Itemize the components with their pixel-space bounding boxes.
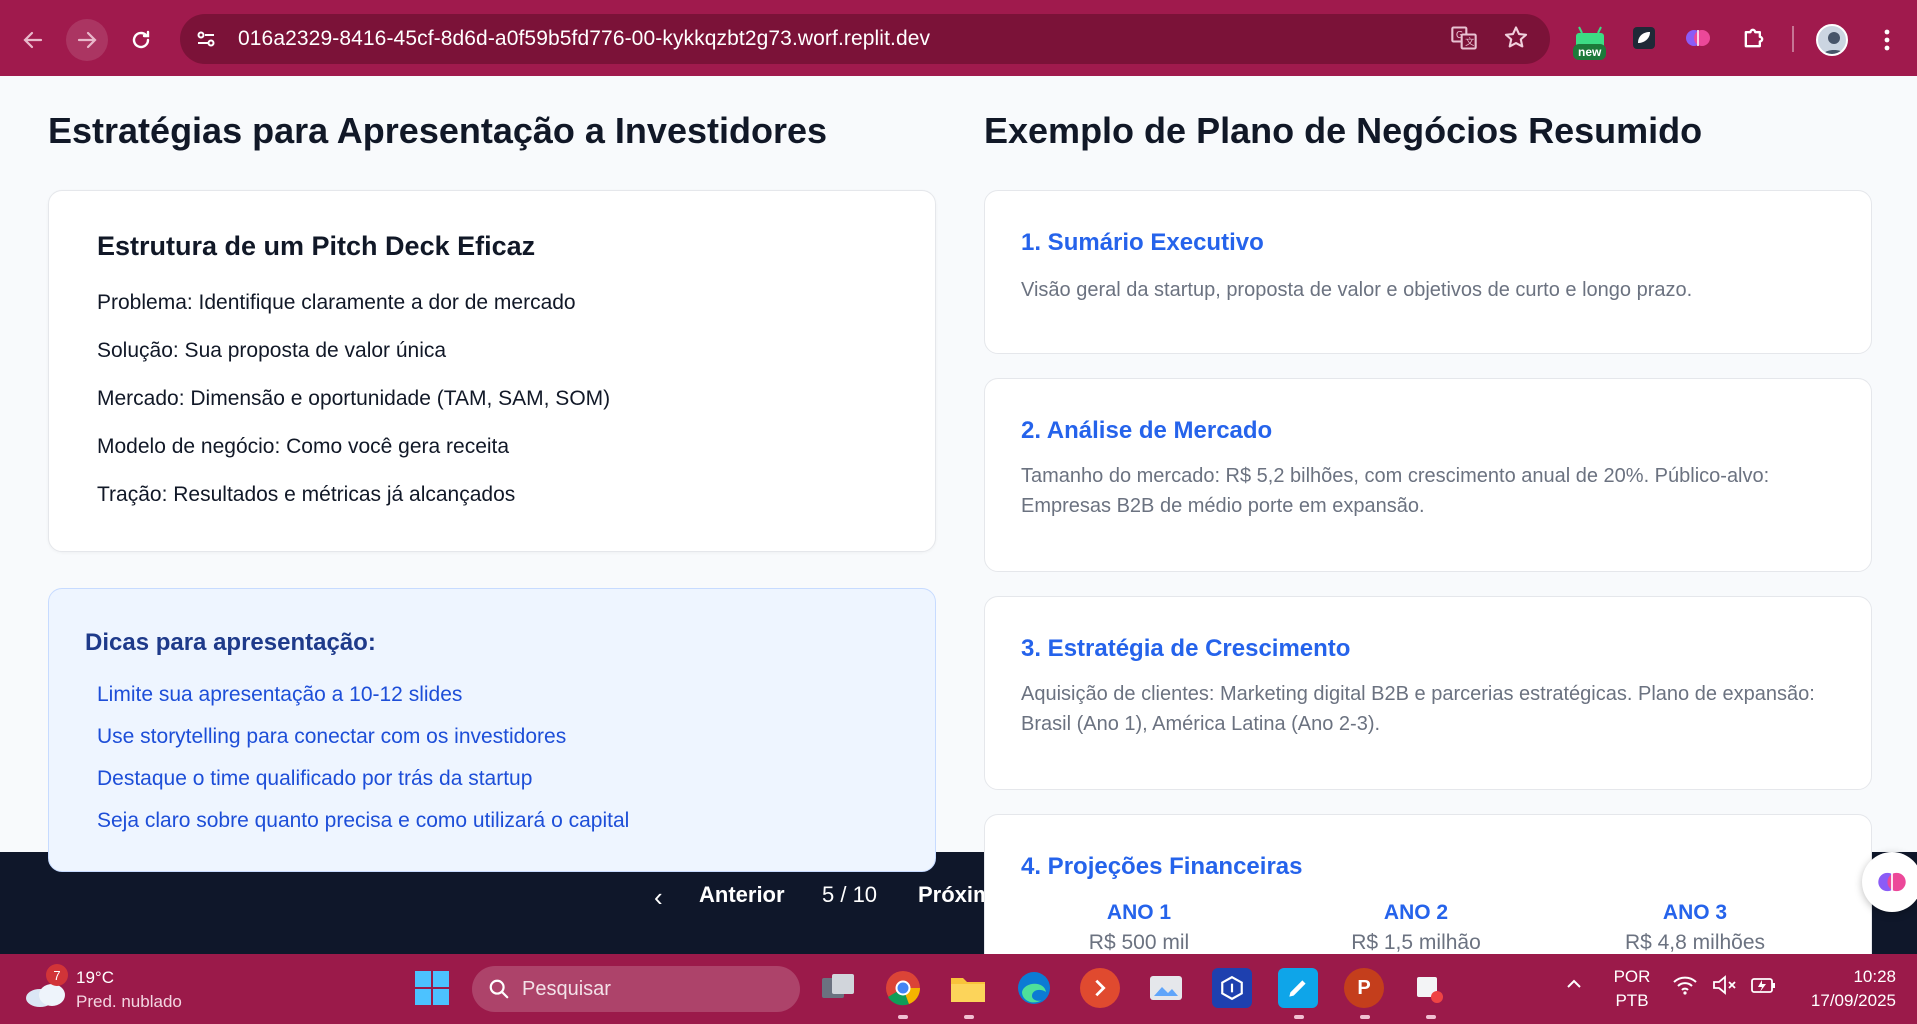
search-placeholder: Pesquisar — [522, 977, 611, 1000]
projection-year: ANO 3 — [1662, 901, 1728, 924]
remote-app-icon[interactable] — [1080, 968, 1120, 1008]
running-indicator — [1294, 1015, 1304, 1019]
extension-leaf-icon[interactable] — [1626, 20, 1662, 56]
projection-year-2: ANO 2 R$ 1,5 milhão — [1286, 901, 1546, 954]
section-description: Aquisição de clientes: Marketing digital… — [1021, 683, 1815, 735]
tip-item: Use storytelling para conectar com os in… — [97, 725, 567, 748]
section-card: 2. Análise de Mercado Tamanho do mercado… — [984, 378, 1872, 572]
section-description: Visão geral da startup, proposta de valo… — [1021, 279, 1693, 301]
weather-condition: Pred. nublado — [76, 992, 182, 1011]
speaker-muted-icon[interactable] — [1712, 974, 1738, 1001]
new-badge: new — [1573, 44, 1607, 60]
toolbar-divider — [1792, 26, 1794, 52]
arrow-left-icon — [23, 31, 43, 49]
section-card: 1. Sumário Executivo Visão geral da star… — [984, 190, 1872, 354]
url-text[interactable]: 016a2329-8416-45cf-8d6d-a0f59b5fd776-00-… — [238, 27, 930, 51]
task-view-icon[interactable] — [818, 968, 858, 1008]
clock[interactable]: 10:28 17/09/2025 — [1796, 967, 1896, 1011]
running-indicator — [898, 1015, 908, 1019]
projection-value: R$ 500 mil — [1088, 931, 1190, 954]
section-title: 4. Projeções Financeiras — [1021, 853, 1303, 880]
draw-app-icon[interactable] — [1278, 968, 1318, 1008]
section-title: 1. Sumário Executivo — [1021, 229, 1264, 256]
weather-temperature: 19°C — [76, 968, 114, 987]
projection-year-1: ANO 1 R$ 500 mil — [1009, 901, 1269, 954]
chevron-left-icon[interactable]: ‹ — [654, 882, 663, 913]
browser-menu-button[interactable] — [1866, 19, 1908, 61]
back-button[interactable] — [12, 19, 54, 61]
site-info-icon[interactable] — [184, 17, 228, 61]
clock-time: 10:28 — [1853, 967, 1896, 986]
presentation-tips-box: Dicas para apresentação: Limite sua apre… — [48, 588, 936, 872]
taskbar-search[interactable]: Pesquisar — [472, 966, 800, 1012]
running-indicator — [964, 1015, 974, 1019]
next-slide-button[interactable]: Próxim — [918, 882, 993, 908]
floating-assistant-button[interactable] — [1862, 852, 1917, 912]
translate-icon[interactable]: G文 — [1450, 24, 1478, 52]
tip-item: Destaque o time qualificado por trás da … — [97, 767, 533, 790]
battery-icon[interactable] — [1750, 974, 1776, 1001]
running-indicator — [1426, 1015, 1436, 1019]
section-title: 3. Estratégia de Crescimento — [1021, 635, 1351, 662]
kebab-menu-icon — [1884, 29, 1890, 51]
projection-value: R$ 4,8 milhões — [1624, 931, 1766, 954]
pitch-item: Problema: Identifique claramente a dor d… — [97, 291, 576, 314]
forward-button[interactable] — [66, 19, 108, 61]
language-indicator[interactable]: POR PTB — [1612, 967, 1652, 1011]
pitch-deck-title: Estrutura de um Pitch Deck Eficaz — [97, 231, 536, 261]
language-code: POR — [1613, 967, 1651, 986]
tip-item: Seja claro sobre quanto precisa e como u… — [97, 809, 630, 832]
projection-value: R$ 1,5 milhão — [1351, 931, 1481, 954]
powerpoint-icon[interactable]: P — [1344, 968, 1384, 1008]
previous-slide-button[interactable]: Anterior — [699, 882, 785, 908]
notification-count-badge: 7 — [46, 964, 68, 986]
slide-counter: 5 / 10 — [822, 882, 878, 907]
extensions-puzzle-icon[interactable] — [1736, 20, 1772, 56]
photos-app-icon[interactable] — [1146, 968, 1186, 1008]
brain-icon — [1878, 872, 1906, 892]
browser-toolbar: 016a2329-8416-45cf-8d6d-a0f59b5fd776-00-… — [0, 0, 1917, 76]
svg-text:文: 文 — [1465, 36, 1474, 48]
keyboard-layout: PTB — [1615, 991, 1649, 1010]
tips-title: Dicas para apresentação: — [85, 629, 376, 656]
section-card: 4. Projeções Financeiras ANO 1 R$ 500 mi… — [984, 814, 1872, 954]
windows-taskbar: 7 19°C Pred. nublado Pesquisar P POR PTB… — [0, 954, 1917, 1024]
pitch-item: Modelo de negócio: Como você gera receit… — [97, 435, 510, 458]
pitch-item: Tração: Resultados e métricas já alcança… — [97, 483, 516, 506]
snipping-tool-icon[interactable] — [1410, 968, 1450, 1008]
slide-page: Estratégias para Apresentação a Investid… — [0, 76, 1917, 954]
edge-icon[interactable] — [1014, 968, 1054, 1008]
extension-brain-icon[interactable] — [1680, 20, 1716, 56]
reload-icon — [132, 30, 150, 49]
wifi-icon[interactable] — [1672, 974, 1698, 1001]
weather-widget[interactable]: 7 19°C Pred. nublado — [24, 964, 224, 1016]
windows-start-icon[interactable] — [412, 968, 452, 1008]
search-icon — [489, 979, 509, 999]
chrome-icon[interactable] — [883, 968, 923, 1008]
left-heading: Estratégias para Apresentação a Investid… — [48, 110, 828, 151]
tip-item: Limite sua apresentação a 10-12 slides — [97, 683, 463, 706]
right-heading: Exemplo de Plano de Negócios Resumido — [984, 110, 1703, 151]
arrow-right-icon — [77, 31, 97, 49]
pitch-item: Solução: Sua proposta de valor única — [97, 339, 447, 362]
section-title: 2. Análise de Mercado — [1021, 417, 1273, 444]
section-card: 3. Estratégia de Crescimento Aquisição d… — [984, 596, 1872, 790]
vscode-icon[interactable] — [1212, 968, 1252, 1008]
section-description: Tamanho do mercado: R$ 5,2 bilhões, com … — [1021, 465, 1770, 517]
profile-avatar[interactable] — [1816, 24, 1848, 56]
chevron-up-icon[interactable] — [1564, 974, 1584, 999]
address-bar[interactable]: 016a2329-8416-45cf-8d6d-a0f59b5fd776-00-… — [180, 14, 1550, 64]
projection-year-3: ANO 3 R$ 4,8 milhões — [1565, 901, 1825, 954]
file-explorer-icon[interactable] — [948, 968, 988, 1008]
bookmark-star-icon[interactable] — [1502, 24, 1530, 52]
pitch-deck-card: Estrutura de um Pitch Deck Eficaz Proble… — [48, 190, 936, 552]
pitch-item: Mercado: Dimensão e oportunidade (TAM, S… — [97, 387, 611, 410]
reload-button[interactable] — [120, 19, 162, 61]
projection-year: ANO 2 — [1383, 901, 1449, 924]
running-indicator — [1360, 1015, 1370, 1019]
clock-date: 17/09/2025 — [1810, 991, 1896, 1010]
projection-year: ANO 1 — [1106, 901, 1172, 924]
